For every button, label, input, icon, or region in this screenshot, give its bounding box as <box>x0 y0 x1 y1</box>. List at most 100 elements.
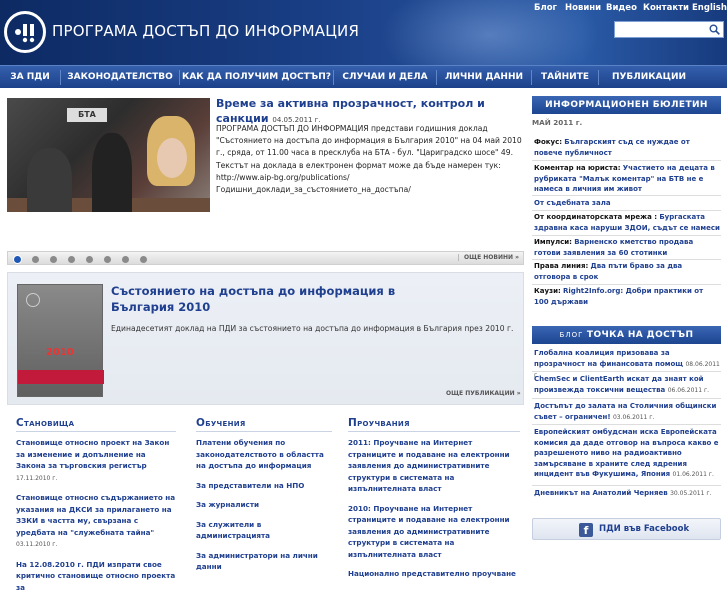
list-item-text[interactable]: За служители в администрацията <box>196 520 270 541</box>
slider-dot[interactable] <box>140 256 147 263</box>
nav-item-how-to-access[interactable]: КАК ДА ПОЛУЧИМ ДОСТЪП? <box>180 66 333 89</box>
facebook-button[interactable]: f ПДИ във Facebook <box>532 518 721 540</box>
list-item[interactable]: За служители в администрацията <box>196 519 332 542</box>
column-heading-research[interactable]: Проучвания <box>348 417 410 429</box>
search-input[interactable] <box>614 21 724 38</box>
report-description: Единадесетият доклад на ПДИ за състояние… <box>111 324 514 333</box>
column-divider <box>348 431 520 432</box>
bulletin-month: МАЙ 2011 г. <box>532 118 583 127</box>
divider <box>532 195 721 196</box>
blog-entry-date: 30.05.2011 г. <box>670 490 712 497</box>
slider-dot-active[interactable] <box>14 256 21 263</box>
blog-entry-date: 06.06.2011 г. <box>667 386 710 394</box>
cover-year: 2010 <box>46 347 74 358</box>
list-item-text[interactable]: 2011: Проучване на Интернет страниците и… <box>348 438 510 493</box>
featured-text: ПРОГРАМА ДОСТЪП ДО ИНФОРМАЦИЯ представи … <box>216 124 522 195</box>
logo-icon[interactable] <box>4 11 46 53</box>
column-divider <box>16 431 176 432</box>
nav-item-publications[interactable]: ПУБЛИКАЦИИ <box>599 66 699 89</box>
bulletin-label: Права линия: <box>534 262 589 270</box>
divider <box>532 284 721 285</box>
nav-item-cases[interactable]: СЛУЧАИ И ДЕЛА <box>334 66 436 89</box>
toplink-english[interactable]: English <box>692 3 727 13</box>
bulletin-entry[interactable]: От координаторската мрежа : Бургаската з… <box>534 212 720 233</box>
list-item[interactable]: Платени обучения по законодателството в … <box>196 437 332 472</box>
toplink-blog[interactable]: Блог <box>534 3 557 13</box>
site-header: ПРОГРАМА ДОСТЪП ДО ИНФОРМАЦИЯ Блог Новин… <box>0 0 727 65</box>
report-cover-image[interactable]: 2010 <box>17 284 104 397</box>
slider-dot[interactable] <box>122 256 129 263</box>
list-item-text[interactable]: За представители на НПО <box>196 481 304 490</box>
blog-entry[interactable]: Дневникът на Анатолий Черняев 30.05.2011… <box>534 488 720 500</box>
blog-entry[interactable]: Достъпът до залата на Столичния общински… <box>534 401 720 423</box>
column-trainings: Платени обучения по законодателството в … <box>196 437 332 581</box>
list-item-text[interactable]: Становище относно проект на Закон за изм… <box>16 438 169 470</box>
list-item-text[interactable]: Национално представително проучване <box>348 569 516 578</box>
divider <box>532 485 721 486</box>
blog-title[interactable]: ТОЧКА НА ДОСТЪП <box>587 330 694 340</box>
facebook-label: ПДИ във Facebook <box>599 524 690 534</box>
list-item-text[interactable]: Платени обучения по законодателството в … <box>196 438 324 470</box>
column-heading-trainings[interactable]: Обучения <box>196 417 246 429</box>
list-item[interactable]: За журналисти <box>196 499 332 511</box>
blog-heading[interactable]: БЛОГ ТОЧКА НА ДОСТЪП <box>532 326 721 344</box>
facebook-icon: f <box>579 523 593 537</box>
list-item[interactable]: Становище относно проект на Закон за изм… <box>16 437 176 484</box>
blog-entry-title[interactable]: Глобална коалиция призовава за прозрачно… <box>534 349 683 368</box>
bulletin-entry[interactable]: От съдебната зала <box>534 198 720 209</box>
search-icon[interactable] <box>709 24 720 35</box>
photo-person <box>27 148 72 212</box>
divider <box>532 259 721 260</box>
list-item[interactable]: 2010: Проучване на Интернет страниците и… <box>348 503 520 561</box>
slider-dot[interactable] <box>104 256 111 263</box>
nav-item-secrets[interactable]: ТАЙНИТЕ <box>532 66 598 89</box>
list-item-text[interactable]: Становище относно съдържанието на указан… <box>16 493 175 537</box>
divider <box>532 210 721 211</box>
nav-item-legislation[interactable]: ЗАКОНОДАТЕЛСТВО <box>61 66 179 89</box>
more-news-link[interactable]: ОЩЕ НОВИНИ » <box>458 254 519 261</box>
slider-dot[interactable] <box>86 256 93 263</box>
report-title[interactable]: Състоянието на достъпа до информация в Б… <box>111 283 411 315</box>
bulletin-entry[interactable]: Фокус: Българският съд се нуждае от пове… <box>534 137 720 158</box>
toplink-video[interactable]: Видео <box>606 3 637 13</box>
list-item-text[interactable]: За администратори на лични данни <box>196 551 318 572</box>
slider-dot[interactable] <box>32 256 39 263</box>
nav-item-about[interactable]: ЗА ПДИ <box>0 66 60 89</box>
list-item[interactable]: Национално представително проучване <box>348 568 520 580</box>
list-item[interactable]: За представители на НПО <box>196 480 332 492</box>
bulletin-heading[interactable]: ИНФОРМАЦИОНЕН БЮЛЕТИН <box>532 96 721 114</box>
bulletin-link[interactable]: От съдебната зала <box>534 199 611 207</box>
column-divider <box>196 431 332 432</box>
bulletin-entry[interactable]: Каузи: Right2Info.org: Добри практики от… <box>534 286 720 307</box>
blog-entry[interactable]: Европейският омбудсман иска Европейската… <box>534 427 720 481</box>
blog-entry-title[interactable]: Дневникът на Анатолий Черняев <box>534 489 668 497</box>
divider <box>532 398 721 399</box>
list-item[interactable]: За администратори на лични данни <box>196 550 332 573</box>
featured-title-text[interactable]: Време за активна прозрачност, контрол и … <box>216 97 485 125</box>
cover-logo-icon <box>26 293 40 307</box>
toplink-contacts[interactable]: Контакти <box>643 3 689 13</box>
slider-dot[interactable] <box>50 256 57 263</box>
blog-entry-date: 01.06.2011 г. <box>672 471 714 478</box>
list-item-text[interactable]: 2010: Проучване на Интернет страниците и… <box>348 504 510 559</box>
toplink-news[interactable]: Новини <box>565 3 601 13</box>
bulletin-entry[interactable]: Коментар на юриста: Участието на децата … <box>534 163 720 195</box>
blog-entry[interactable]: ChemSec и ClientEarth искат да знаят кой… <box>534 374 720 396</box>
divider <box>532 371 721 372</box>
bulletin-entry[interactable]: Импулси: Варненско кметство продава гото… <box>534 237 720 258</box>
bulletin-label: Каузи: <box>534 287 561 295</box>
featured-photo[interactable]: БТА <box>7 98 210 212</box>
bulletin-entry[interactable]: Права линия: Два пъти браво за два отгов… <box>534 261 720 282</box>
column-heading-opinions[interactable]: Становища <box>16 417 74 429</box>
list-item-text[interactable]: За журналисти <box>196 500 259 509</box>
list-item[interactable]: Становище относно съдържанието на указан… <box>16 492 176 551</box>
divider <box>532 235 721 236</box>
site-title[interactable]: ПРОГРАМА ДОСТЪП ДО ИНФОРМАЦИЯ <box>52 22 359 40</box>
list-item-text[interactable]: На 12.08.2010 г. ПДИ изпрати свое критич… <box>16 560 175 592</box>
slider-dot[interactable] <box>68 256 75 263</box>
more-publications-link[interactable]: ОЩЕ ПУБЛИКАЦИИ » <box>446 390 521 397</box>
divider <box>532 424 721 425</box>
list-item[interactable]: На 12.08.2010 г. ПДИ изпрати свое критич… <box>16 559 176 594</box>
list-item[interactable]: 2011: Проучване на Интернет страниците и… <box>348 437 520 495</box>
nav-item-personal-data[interactable]: ЛИЧНИ ДАННИ <box>437 66 531 89</box>
